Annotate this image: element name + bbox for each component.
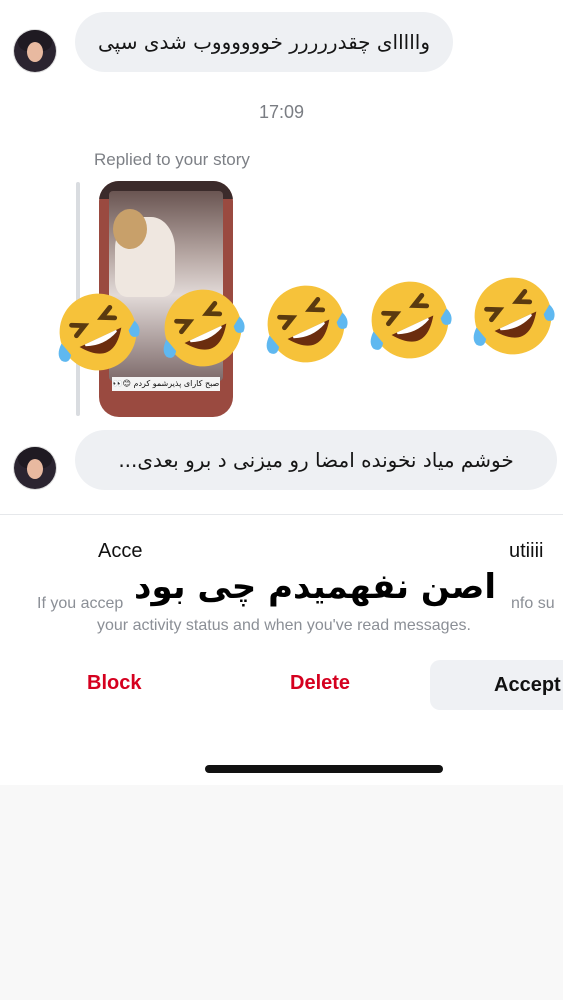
bottom-area [0, 785, 563, 1000]
overlay-text: اصن نفهمیدم چی بود [134, 560, 496, 614]
rofl-emoji-icon [58, 293, 140, 371]
rofl-emoji-icon [266, 285, 348, 363]
timestamp: 17:09 [258, 102, 305, 122]
message-text: خوشم میاد نخونده امضا رو میزنی د برو بعد… [118, 448, 514, 472]
message-bubble[interactable]: وااااای چقدررررر خووووووب شدی سپی [75, 12, 453, 72]
block-button[interactable]: Block [87, 672, 141, 695]
request-desc-line2: your activity status and when you've rea… [97, 617, 471, 634]
request-desc-left: If you accep [37, 595, 124, 612]
divider [0, 514, 563, 515]
message-text: وااااای چقدررررر خووووووب شدی سپی [98, 30, 430, 54]
sender-avatar[interactable] [14, 30, 56, 72]
request-title-right: utiiii [509, 540, 544, 562]
rofl-emoji-icon [370, 281, 452, 359]
message-bubble[interactable]: خوشم میاد نخونده امضا رو میزنی د برو بعد… [75, 430, 557, 490]
request-desc-right: nfo su [511, 595, 555, 612]
accept-button[interactable]: Accept [430, 660, 563, 710]
home-indicator [205, 765, 443, 773]
sender-avatar[interactable] [14, 447, 56, 489]
delete-button[interactable]: Delete [290, 672, 350, 695]
rofl-emoji-icon [163, 289, 245, 367]
story-reply-label: Replied to your story [94, 150, 250, 169]
rofl-emoji-icon [473, 277, 555, 355]
